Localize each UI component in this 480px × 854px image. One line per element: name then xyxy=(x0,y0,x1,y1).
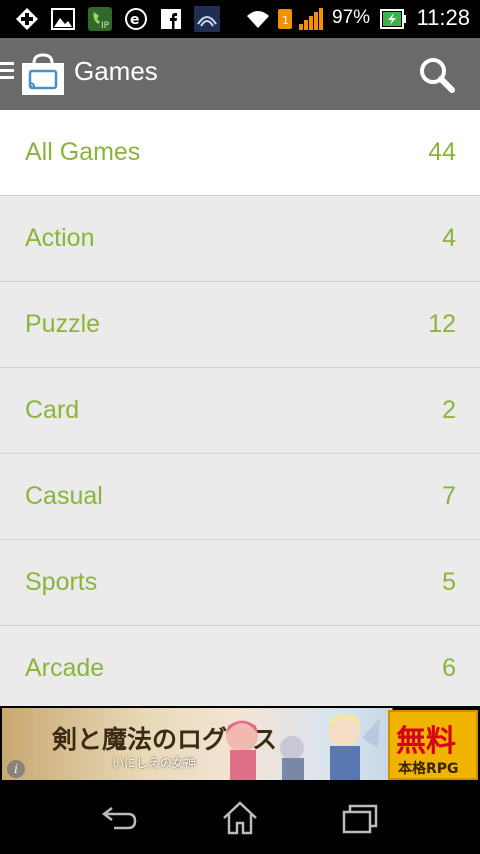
category-row-casual[interactable]: Casual 7 xyxy=(0,454,480,540)
category-label: Sports xyxy=(25,568,98,596)
category-label: Puzzle xyxy=(25,310,101,338)
category-row-sports[interactable]: Sports 5 xyxy=(0,540,480,626)
category-count: 44 xyxy=(428,138,456,166)
svg-text:1: 1 xyxy=(282,14,289,27)
add-icon xyxy=(14,7,40,31)
battery-percent: 97% xyxy=(332,7,371,28)
svg-text:IP: IP xyxy=(101,21,110,31)
recent-apps-button[interactable] xyxy=(340,800,380,836)
ad-badge-main: 無料 xyxy=(396,724,456,759)
ad-info-icon[interactable]: i xyxy=(7,760,25,778)
category-row-arcade[interactable]: Arcade 6 xyxy=(0,626,480,706)
category-count: 12 xyxy=(428,310,456,338)
ad-free-badge: 無料 本格RPG xyxy=(388,710,478,780)
ip-phone-icon: IP xyxy=(88,7,112,31)
ad-banner[interactable]: 剣と魔法のログレス いにしえの女神 無料 本格RPG i xyxy=(0,706,480,782)
wifi-icon xyxy=(245,7,271,31)
ad-characters-illustration xyxy=(226,713,380,780)
category-label: Arcade xyxy=(25,654,105,682)
category-row-all-games[interactable]: All Games 44 xyxy=(0,110,480,196)
category-label: All Games xyxy=(25,138,141,166)
action-bar: Games xyxy=(0,38,480,110)
navigation-bar xyxy=(0,782,480,854)
recent-apps-icon xyxy=(342,804,378,834)
category-label: Action xyxy=(25,224,95,252)
signal-icon xyxy=(298,7,324,31)
category-count: 7 xyxy=(442,482,456,510)
sim-icon: 1 xyxy=(277,7,293,31)
back-button[interactable] xyxy=(100,800,140,836)
search-button[interactable] xyxy=(414,52,460,98)
category-row-card[interactable]: Card 2 xyxy=(0,368,480,454)
category-count: 2 xyxy=(442,396,456,424)
ad-image[interactable]: 剣と魔法のログレス いにしえの女神 無料 本格RPG i xyxy=(2,708,478,780)
ad-badge-sub: 本格RPG xyxy=(398,761,459,777)
image-icon xyxy=(50,7,76,31)
category-count: 5 xyxy=(442,568,456,596)
page-title: Games xyxy=(74,56,158,86)
drawer-menu-icon[interactable] xyxy=(0,62,16,84)
category-count: 4 xyxy=(442,224,456,252)
category-row-action[interactable]: Action 4 xyxy=(0,196,480,282)
category-list: All Games 44 Action 4 Puzzle 12 Card 2 C… xyxy=(0,110,480,706)
ad-subtitle: いにしえの女神 xyxy=(112,756,197,770)
back-icon xyxy=(101,807,137,830)
category-label: Card xyxy=(25,396,80,424)
home-button[interactable] xyxy=(220,800,260,836)
home-icon xyxy=(223,801,257,835)
category-label: Casual xyxy=(25,482,103,510)
facebook-icon xyxy=(160,7,182,31)
search-icon xyxy=(420,58,455,93)
clock: 11:28 xyxy=(416,5,470,30)
app-logo[interactable] xyxy=(20,53,66,97)
svg-text:e: e xyxy=(130,12,140,28)
status-bar: IP e 1 97% 11:28 xyxy=(0,0,480,38)
category-count: 6 xyxy=(442,654,456,682)
battery-icon xyxy=(380,7,406,31)
category-row-puzzle[interactable]: Puzzle 12 xyxy=(0,282,480,368)
tuning-icon xyxy=(194,6,220,32)
e-icon: e xyxy=(124,7,148,31)
